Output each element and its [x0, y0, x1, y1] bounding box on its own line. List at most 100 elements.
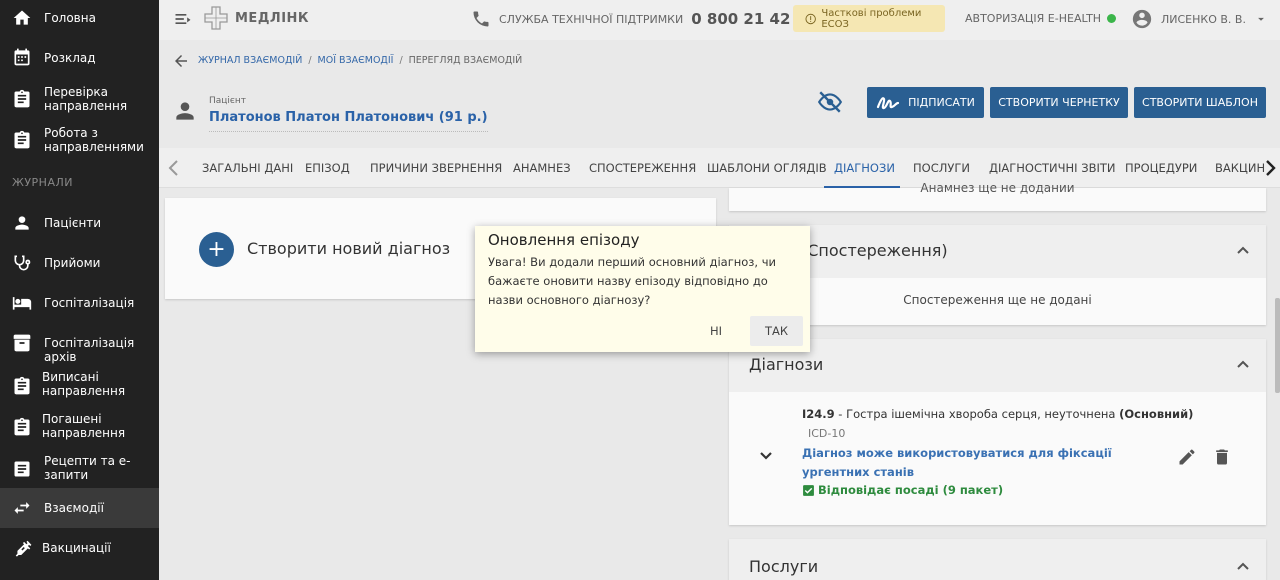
- clipboard-icon: [12, 376, 32, 396]
- clipboard-icon: [12, 130, 32, 150]
- dialog-body: Увага! Ви додали перший основний діагноз…: [488, 255, 776, 307]
- diagnosis-code: I24.9: [802, 407, 835, 421]
- tab-services[interactable]: ПОСЛУГИ: [913, 161, 970, 175]
- warning-icon: [805, 13, 816, 24]
- sidebar-section-journals: ЖУРНАЛИ: [12, 176, 73, 189]
- logo[interactable]: МЕДЛІНК: [203, 5, 309, 31]
- breadcrumb-item[interactable]: ЖУРНАЛ ВЗАЄМОДІЙ: [198, 55, 302, 66]
- plus-icon[interactable]: +: [199, 232, 234, 267]
- diagnoses-title: Діагнози: [749, 355, 824, 374]
- archive-icon: [12, 333, 32, 353]
- person-icon: [176, 102, 194, 120]
- user-name: ЛИСЕНКО В. В.: [1161, 12, 1246, 26]
- chevron-right-icon[interactable]: [1263, 159, 1277, 177]
- diagnosis-note: Діагноз може використовуватися для фікса…: [802, 446, 1112, 479]
- user-menu[interactable]: ЛИСЕНКО В. В.: [1131, 8, 1268, 30]
- person-icon: [12, 213, 32, 233]
- esoz-warning-badge[interactable]: Часткові проблеми ЕСОЗ: [793, 5, 945, 32]
- tab-anamnesis[interactable]: АНАМНЕЗ: [513, 161, 571, 175]
- logo-text: МЕДЛІНК: [235, 10, 310, 26]
- create-diagnosis-label: Створити новий діагноз: [247, 239, 451, 258]
- logo-icon: [204, 6, 228, 30]
- check-box-icon: [803, 484, 814, 496]
- dialog-yes-button[interactable]: ТАК: [750, 316, 803, 346]
- stethoscope-icon: [12, 253, 32, 273]
- swap-icon: [12, 498, 32, 518]
- create-template-button[interactable]: СТВОРИТИ ШАБЛОН: [1134, 87, 1266, 118]
- tab-general[interactable]: ЗАГАЛЬНІ ДАНІ: [202, 161, 293, 175]
- warning-text: Часткові проблеми ЕСОЗ: [821, 7, 922, 30]
- sidebar-item-repaid-referrals[interactable]: Погашені направлення: [0, 408, 159, 448]
- auth-label: АВТОРИЗАЦІЯ E-HEALTH: [965, 12, 1102, 25]
- menu-collapse-icon[interactable]: [173, 9, 193, 29]
- services-header[interactable]: Послуги: [729, 539, 1266, 580]
- update-episode-dialog: Оновлення епізоду Увага! Ви додали перши…: [475, 226, 810, 352]
- tab-diagnoses[interactable]: ДІАГНОЗИ: [834, 161, 895, 175]
- sidebar-item-hospitalization-archive[interactable]: Госпіталізація архів: [0, 325, 159, 364]
- tab-diagnostic-reports[interactable]: ДІАГНОСТИЧНІ ЗВІТИ: [989, 161, 1115, 175]
- tab-observations[interactable]: СПОСТЕРЕЖЕННЯ: [589, 161, 696, 175]
- tab-episode[interactable]: ЕПІЗОД: [305, 161, 350, 175]
- auth-status-dot: [1107, 14, 1117, 23]
- chevron-left-icon[interactable]: [167, 159, 181, 177]
- avatar-icon: [1132, 9, 1152, 29]
- sign-button[interactable]: ПІДПИСАТИ: [867, 87, 984, 118]
- sidebar-item-vaccinations[interactable]: Вакцинації: [0, 530, 159, 566]
- eye-off-icon[interactable]: [817, 91, 843, 113]
- diagnosis-description: - Гостра ішемічна хвороба серця, неуточн…: [834, 407, 1120, 421]
- sidebar: Головна Розклад Перевірка направлення Ро…: [0, 0, 159, 580]
- sidebar-item-check-referral[interactable]: Перевірка направлення: [0, 80, 159, 120]
- home-icon: [12, 8, 32, 28]
- list-icon: [12, 459, 32, 479]
- sidebar-item-home[interactable]: Головна: [0, 0, 159, 36]
- dialog-title: Оновлення епізоду: [488, 231, 640, 249]
- diagnosis-line: I24.9 - Гостра ішемічна хвороба серця, н…: [802, 407, 1193, 421]
- signature-icon: [877, 96, 900, 109]
- edit-icon[interactable]: [1177, 447, 1197, 467]
- phone-icon: [473, 11, 489, 27]
- tab-reasons[interactable]: ПРИЧИНИ ЗВЕРНЕННЯ: [370, 161, 502, 175]
- chevron-up-icon[interactable]: [1236, 359, 1250, 369]
- calendar-icon: [12, 47, 32, 67]
- support-label: СЛУЖБА ТЕХНІЧНОЇ ПІДТРИМКИ: [499, 12, 684, 26]
- chevron-down-icon: [1258, 17, 1264, 21]
- sidebar-item-prescriptions[interactable]: Рецепти та е-запити: [0, 450, 159, 490]
- sidebar-item-schedule[interactable]: Розклад: [0, 40, 159, 76]
- sidebar-item-issued-referrals[interactable]: Виписані направлення: [0, 366, 159, 406]
- sidebar-item-referrals-work[interactable]: Робота з направленнями: [0, 122, 159, 162]
- sidebar-item-hospitalization[interactable]: Госпіталізація: [0, 285, 159, 321]
- clipboard-icon: [12, 417, 32, 437]
- chevron-down-icon[interactable]: [759, 451, 773, 461]
- trash-icon[interactable]: [1212, 447, 1232, 467]
- breadcrumb: ЖУРНАЛ ВЗАЄМОДІЙ / МОЇ ВЗАЄМОДІЇ / ПЕРЕГ…: [198, 55, 523, 66]
- diagnosis-system: ICD-10: [808, 427, 846, 440]
- bed-icon: [12, 293, 32, 313]
- tab-procedures[interactable]: ПРОЦЕДУРИ: [1125, 161, 1197, 175]
- diagnoses-card: Діагнози I24.9 - Гостра ішемічна хвороба…: [729, 339, 1266, 525]
- patient-caption: Пацієнт: [209, 96, 246, 106]
- top-bar: МЕДЛІНК СЛУЖБА ТЕХНІЧНОЇ ПІДТРИМКИ 0 800…: [159, 0, 1280, 40]
- back-arrow-icon[interactable]: [172, 52, 190, 70]
- clipboard-icon: [12, 89, 32, 109]
- chevron-up-icon[interactable]: [1236, 561, 1250, 571]
- ehealth-auth[interactable]: АВТОРИЗАЦІЯ E-HEALTH: [965, 12, 1117, 25]
- tab-exam-templates[interactable]: ШАБЛОНИ ОГЛЯДІВ: [707, 161, 827, 175]
- sidebar-item-interactions[interactable]: Взаємодії: [0, 488, 159, 528]
- sidebar-item-patients[interactable]: Пацієнти: [0, 205, 159, 241]
- breadcrumb-current: ПЕРЕГЛЯД ВЗАЄМОДІЙ: [408, 55, 523, 66]
- sidebar-item-appointments[interactable]: Прийоми: [0, 245, 159, 281]
- support-info: СЛУЖБА ТЕХНІЧНОЇ ПІДТРИМКИ 0 800 21 42 0…: [471, 9, 817, 29]
- diagnosis-status: Відповідає посаді (9 пакет): [802, 483, 1003, 497]
- services-title: Послуги: [749, 557, 819, 576]
- dialog-no-button[interactable]: НІ: [699, 316, 733, 346]
- create-draft-button[interactable]: СТВОРИТИ ЧЕРНЕТКУ: [990, 87, 1128, 118]
- observations-title: (Спостереження): [801, 241, 948, 260]
- chevron-up-icon[interactable]: [1236, 245, 1250, 255]
- patient-name[interactable]: Платонов Платон Платонович (91 р.): [209, 110, 488, 132]
- scrollbar[interactable]: [1275, 298, 1280, 393]
- breadcrumb-item[interactable]: МОЇ ВЗАЄМОДІЇ: [318, 55, 394, 66]
- services-card: Послуги: [729, 539, 1266, 580]
- tab-vaccinations[interactable]: ВАКЦИНАЦІЇ: [1215, 161, 1265, 175]
- syringe-icon: [12, 538, 32, 558]
- diagnosis-role: (Основний): [1119, 407, 1194, 421]
